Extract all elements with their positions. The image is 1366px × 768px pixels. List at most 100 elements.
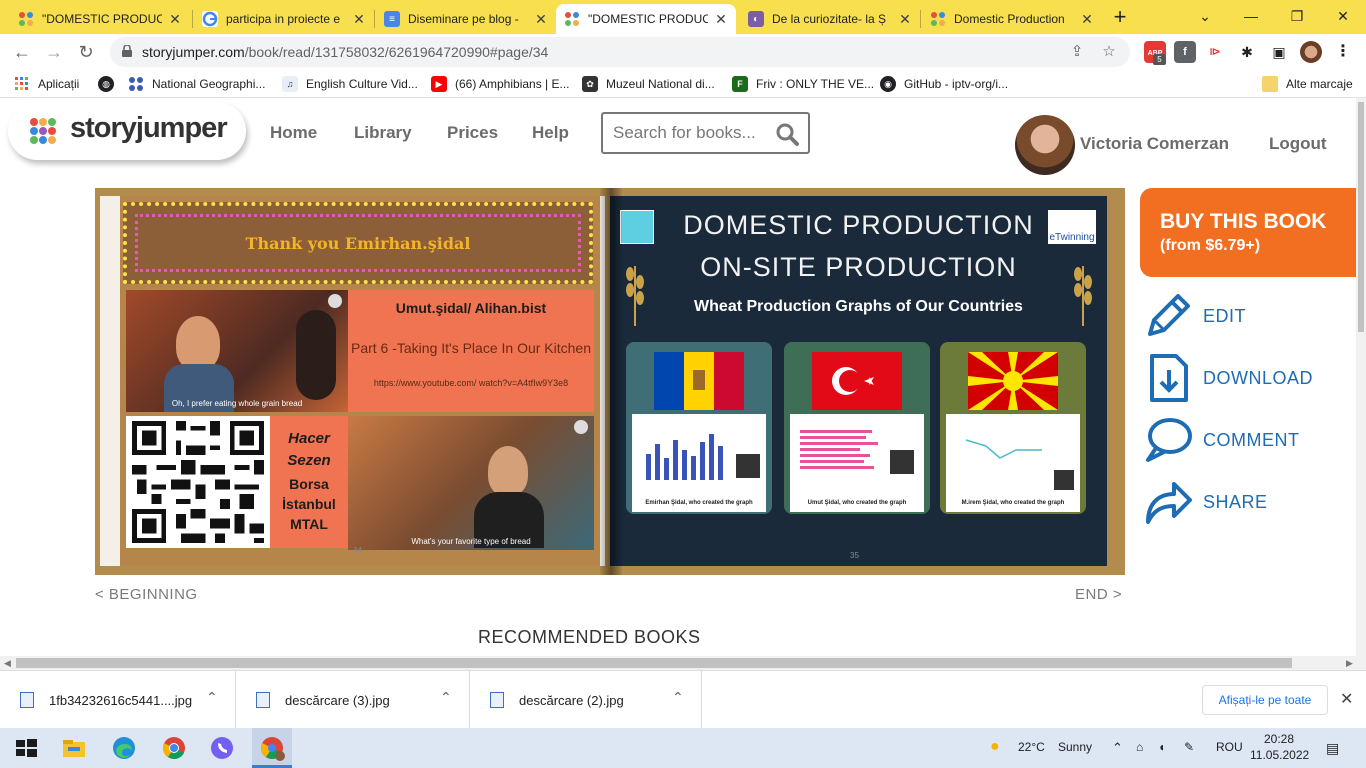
bookmark-friv[interactable]: F Friv : ONLY THE VE... [732,75,874,93]
viber-icon[interactable] [208,734,236,762]
tab-close-icon[interactable]: ✕ [1080,11,1094,28]
dots-logo-icon [128,76,144,92]
download-button[interactable]: DOWNLOAD [1142,352,1352,404]
nav-home[interactable]: Home [270,123,317,143]
user-avatar[interactable] [1015,115,1075,175]
user-name[interactable]: Victoria Comerzan [1080,134,1229,154]
close-window-button[interactable]: ✕ [1320,4,1366,28]
browser-tab[interactable]: Domestic Production ✕ [922,4,1102,34]
vertical-scroll-thumb[interactable] [1358,102,1364,332]
search-icon[interactable] [775,122,799,146]
temperature[interactable]: 22°C [1018,740,1045,754]
close-shelf-icon[interactable]: ✕ [1340,689,1353,709]
extensions-puzzle-icon[interactable]: ✱ [1236,41,1258,63]
tab-close-icon[interactable]: ✕ [168,11,182,28]
profile-avatar-icon[interactable] [1300,41,1322,63]
clock-date[interactable]: 11.05.2022 [1250,748,1309,762]
edit-button[interactable]: EDIT [1142,290,1352,342]
new-tab-button[interactable]: + [1108,6,1132,30]
comment-button[interactable]: COMMENT [1142,414,1352,466]
download-item[interactable]: descărcare (3).jpg ⌃ [236,671,470,729]
show-all-downloads-button[interactable]: Afișați-le pe toate [1202,685,1328,715]
tab-search-dropdown-icon[interactable]: ⌄ [1182,4,1228,28]
globe-icon: ◍ [98,76,114,92]
bookmark-apps[interactable]: Aplicații [14,75,79,93]
browser-tab[interactable]: ≡ Diseminare pe blog - ✕ [376,4,556,34]
nav-prices[interactable]: Prices [447,123,498,143]
bookmarks-bar: Aplicații ◍ National Geographi... ♫ Engl… [0,70,1366,98]
horizontal-scroll-thumb[interactable] [16,658,1292,668]
graph-image: M.irem Şidal, who created the graph [946,414,1080,512]
clock-time[interactable]: 20:28 [1264,732,1294,746]
bookmark-github[interactable]: ◉ GitHub - iptv-org/i... [880,75,1008,93]
scroll-left-icon[interactable]: ◀ [4,658,11,669]
chrome-icon[interactable] [160,734,188,762]
share-page-icon[interactable]: ⇪ [1068,43,1086,61]
tab-close-icon[interactable]: ✕ [898,11,912,28]
horizontal-scrollbar[interactable]: ◀ ▶ [0,656,1366,670]
bookmark-youtube[interactable]: ▶ (66) Amphibians | E... [431,75,570,93]
buy-label: BUY THIS BOOK [1160,210,1327,233]
pen-icon[interactable]: ✎ [1184,740,1194,754]
bookmark-globe[interactable]: ◍ [98,75,122,93]
notifications-icon[interactable]: ▤ [1326,740,1339,757]
graph-image: Umut Şidal, who created the graph [790,414,924,512]
download-shelf: 1fb34232616c5441....jpg ⌃ descărcare (3)… [0,670,1366,729]
comment-label: COMMENT [1203,430,1300,450]
tab-title: "DOMESTIC PRODUCT [588,12,708,26]
forward-arrow-icon[interactable]: → [42,40,66,64]
share-button[interactable]: SHARE [1142,476,1352,528]
tab-close-icon[interactable]: ✕ [534,11,548,28]
beginning-link[interactable]: < BEGINNING [95,586,198,603]
search-input[interactable] [613,122,773,144]
chrome-profile-taskbar-button[interactable] [252,728,292,768]
bookmark-national-geographic[interactable]: National Geographi... [128,75,265,93]
other-bookmarks[interactable]: Alte marcaje [1262,75,1353,93]
windows-start-icon[interactable] [12,734,40,762]
browser-tab[interactable]: participa in proiecte e ✕ [194,4,374,34]
url-path: /book/read/131758032/6261964720990#page/… [244,44,549,60]
tab-close-icon[interactable]: ✕ [352,11,366,28]
graph-caption: Emirhan Şidal, who created the graph [645,500,753,506]
chevron-up-icon[interactable]: ⌃ [206,689,218,706]
tab-close-icon[interactable]: ✕ [714,11,728,28]
logout-link[interactable]: Logout [1269,134,1327,154]
scroll-right-icon[interactable]: ▶ [1346,658,1353,669]
weather-condition[interactable]: Sunny [1058,740,1092,754]
side-panel-icon[interactable]: ▣ [1268,41,1290,63]
browser-tab[interactable]: "DOMESTIC PRODUCT ✕ [10,4,190,34]
chevron-up-icon[interactable]: ⌃ [440,689,452,706]
chevron-up-icon[interactable]: ⌃ [672,689,684,706]
tab-separator [920,10,921,28]
buy-this-book-button[interactable]: BUY THIS BOOK (from $6.79+) [1140,188,1356,277]
screencast-extension-icon[interactable]: ⧐ [1204,41,1226,63]
file-explorer-icon[interactable] [60,734,88,762]
browser-tab-active[interactable]: "DOMESTIC PRODUCT ✕ [556,4,736,34]
bookmark-english-culture[interactable]: ♫ English Culture Vid... [282,75,418,93]
edge-browser-icon[interactable] [110,734,138,762]
browser-tab[interactable]: ◐ De la curiozitate- la Ș ✕ [740,4,920,34]
facebook-extension-icon[interactable]: f [1174,41,1196,63]
browser-menu-icon[interactable]: ⋮ [1332,41,1354,63]
storyjumper-logo[interactable]: storyjumper [8,102,246,160]
bookmark-muzeul[interactable]: ✿ Muzeul National di... [582,75,715,93]
address-bar[interactable]: storyjumper.com/book/read/131758032/6261… [110,37,1130,67]
nav-library[interactable]: Library [354,123,412,143]
download-item[interactable]: descărcare (2).jpg ⌃ [470,671,702,729]
download-item[interactable]: 1fb34232616c5441....jpg ⌃ [0,671,236,729]
end-link[interactable]: END > [1075,586,1122,603]
volume-icon[interactable]: ◖ [1158,740,1165,754]
minimize-button[interactable]: — [1228,4,1274,28]
network-icon[interactable]: ⌂ [1136,740,1143,754]
vertical-scrollbar[interactable] [1356,98,1366,656]
turkey-flag-icon [812,352,902,410]
maximize-button[interactable]: ❐ [1274,4,1320,28]
bookmark-star-icon[interactable]: ☆ [1100,43,1118,61]
reload-icon[interactable]: ↻ [74,40,98,64]
back-arrow-icon[interactable]: ← [10,40,34,64]
nav-help[interactable]: Help [532,123,569,143]
keyboard-language[interactable]: ROU [1216,740,1243,754]
edit-label: EDIT [1203,306,1247,326]
book-page-right[interactable]: eTwinning DOMESTIC PRODUCTION ON-SITE PR… [610,196,1107,566]
tray-chevron-up-icon[interactable]: ⌃ [1112,740,1123,756]
